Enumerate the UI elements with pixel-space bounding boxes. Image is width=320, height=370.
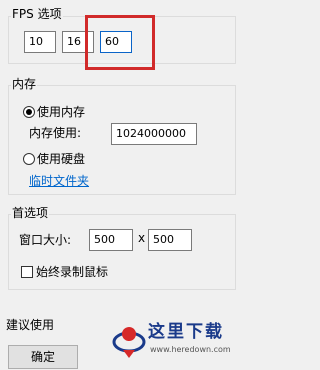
recommend-label: 建议使用 — [6, 318, 55, 332]
use-memory-radio[interactable] — [23, 106, 35, 118]
memory-usage-label: 内存使用: — [29, 126, 82, 140]
radio-selected-dot — [26, 109, 32, 115]
watermark-text: 这里下载 — [148, 322, 224, 342]
window-height-input[interactable]: 500 — [148, 229, 192, 251]
memory-usage-input[interactable]: 1024000000 — [111, 123, 197, 145]
preferences-title: 首选项 — [11, 206, 50, 220]
size-separator: x — [138, 231, 146, 245]
use-memory-label[interactable]: 使用内存 — [37, 105, 85, 119]
heredown-logo-icon — [112, 327, 146, 358]
window-width-input[interactable]: 500 — [89, 229, 133, 251]
watermark-url: www.heredown.com — [150, 345, 231, 354]
fps-input-1[interactable]: 10 — [24, 31, 56, 53]
fps-options-title: FPS 选项 — [11, 7, 63, 21]
heredown-watermark: 这里下载 www.heredown.com — [112, 318, 240, 368]
ok-button[interactable]: 确定 — [8, 345, 78, 369]
window-size-label: 窗口大小: — [19, 233, 72, 247]
fps-input-2[interactable]: 16 — [62, 31, 94, 53]
temp-folder-link[interactable]: 临时文件夹 — [29, 174, 89, 188]
use-disk-label[interactable]: 使用硬盘 — [37, 152, 85, 166]
fps-input-3[interactable]: 60 — [100, 31, 132, 53]
always-record-mouse-checkbox[interactable] — [21, 266, 33, 278]
memory-title: 内存 — [11, 77, 38, 91]
always-record-mouse-label[interactable]: 始终录制鼠标 — [36, 265, 108, 279]
use-disk-radio[interactable] — [23, 153, 35, 165]
